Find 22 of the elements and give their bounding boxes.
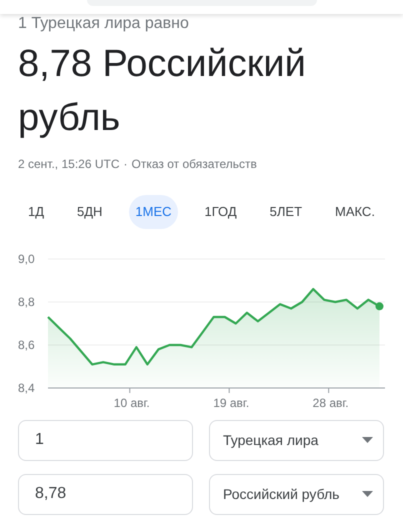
x-axis-label: 10 авг. bbox=[114, 396, 150, 410]
timestamp: 2 сент., 15:26 UTC bbox=[18, 156, 120, 173]
range-tab[interactable]: 5ЛЕТ bbox=[264, 195, 308, 228]
range-tab[interactable]: 1ГОД bbox=[198, 195, 243, 228]
y-axis-label: 8,6 bbox=[18, 338, 35, 352]
range-tab[interactable]: 1Д bbox=[22, 195, 50, 228]
conversion-result: 8,78 Российский рубль bbox=[18, 42, 307, 141]
range-tab[interactable]: МАКС. bbox=[329, 195, 381, 228]
range-tab[interactable]: 1МЕС bbox=[129, 195, 178, 228]
range-tab[interactable]: 5ДН bbox=[71, 195, 108, 228]
separator: · bbox=[124, 156, 128, 173]
currency-dropdown[interactable]: Турецкая лира bbox=[209, 420, 384, 460]
currency-dropdown[interactable]: Российский рубль bbox=[209, 474, 384, 514]
disclaimer-link[interactable]: Отказ от обязательств bbox=[132, 155, 257, 173]
y-axis-label: 9,0 bbox=[18, 252, 35, 266]
y-axis-label: 8,4 bbox=[18, 380, 35, 394]
subtitle: 1 Турецкая лира равно bbox=[18, 15, 190, 33]
amount-field[interactable]: 1 bbox=[18, 420, 193, 460]
x-axis-label: 19 авг. bbox=[213, 396, 250, 410]
x-axis-label: 28 авг. bbox=[312, 396, 349, 410]
amount-field[interactable]: 8,78 bbox=[18, 474, 193, 514]
y-axis-label: 8,8 bbox=[18, 294, 35, 308]
